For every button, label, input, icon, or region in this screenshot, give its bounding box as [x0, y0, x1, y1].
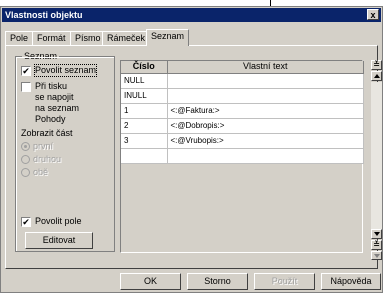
- column-header-text[interactable]: Vlastní text: [167, 61, 364, 74]
- tab-ramecek[interactable]: Rámeček: [102, 31, 151, 45]
- tab-seznam[interactable]: Seznam: [146, 29, 190, 46]
- title-bar: Vlastnosti objektu x: [2, 8, 381, 22]
- scroll-down-icon[interactable]: [371, 229, 382, 239]
- group-title: Seznam: [22, 51, 60, 62]
- apply-button[interactable]: Použít: [254, 273, 315, 290]
- table-row[interactable]: [121, 148, 364, 164]
- cancel-button[interactable]: Storno: [187, 273, 248, 290]
- enable-list-checkbox[interactable]: ✔: [21, 66, 31, 76]
- column-header-number[interactable]: Číslo: [121, 61, 168, 74]
- scroll-extra-button[interactable]: [371, 251, 382, 260]
- show-part-label: Zobrazit část: [21, 128, 73, 138]
- table-header-row: Číslo Vlastní text: [121, 61, 364, 74]
- enable-list-label[interactable]: Povolit seznam: [33, 64, 98, 77]
- cell-number[interactable]: [121, 148, 168, 164]
- cell-number[interactable]: 1: [121, 103, 168, 119]
- radio-first[interactable]: [21, 142, 30, 151]
- radio-both[interactable]: [21, 168, 30, 177]
- table-row[interactable]: NULL: [121, 73, 364, 89]
- tab-format[interactable]: Formát: [32, 31, 71, 45]
- list-table: Číslo Vlastní text NULL INULL 1 <:@Faktu…: [120, 60, 364, 253]
- help-button[interactable]: Nápověda: [321, 273, 381, 290]
- cell-text[interactable]: [167, 88, 364, 104]
- radio-second[interactable]: [21, 155, 30, 164]
- cell-number[interactable]: 3: [121, 133, 168, 149]
- edit-button[interactable]: Editovat: [25, 232, 93, 249]
- enable-field-checkbox[interactable]: ✔: [21, 217, 31, 227]
- cell-text[interactable]: [167, 73, 364, 89]
- scrollbar-track[interactable]: [371, 82, 382, 229]
- cell-text[interactable]: <:@Vrubopis:>: [167, 133, 364, 149]
- table-row[interactable]: 2 <:@Dobropis:>: [121, 118, 364, 134]
- table-row[interactable]: 3 <:@Vrubopis:>: [121, 133, 364, 149]
- cell-number[interactable]: NULL: [121, 73, 168, 89]
- radio-first-label[interactable]: první: [33, 141, 53, 152]
- enable-field-label[interactable]: Povolit pole: [35, 216, 82, 227]
- ok-button[interactable]: OK: [120, 273, 181, 290]
- cell-text[interactable]: <:@Dobropis:>: [167, 118, 364, 134]
- seznam-group: Seznam ✔ Povolit seznam Při tisku se nap…: [15, 51, 115, 252]
- on-print-checkbox[interactable]: [21, 82, 31, 92]
- scroll-to-top-icon[interactable]: ≚: [371, 60, 382, 70]
- radio-both-label[interactable]: obě: [33, 167, 48, 178]
- close-icon[interactable]: x: [367, 9, 379, 20]
- cell-number[interactable]: INULL: [121, 88, 168, 104]
- cell-text[interactable]: [167, 148, 364, 164]
- cell-number[interactable]: 2: [121, 118, 168, 134]
- tab-pole[interactable]: Pole: [5, 31, 34, 45]
- cell-text[interactable]: <:@Faktura:>: [167, 103, 364, 119]
- scroll-to-bottom-icon[interactable]: ≚: [371, 240, 382, 250]
- window-title: Vlastnosti objektu: [5, 10, 83, 20]
- tab-panel-seznam: Seznam ✔ Povolit seznam Při tisku se nap…: [5, 45, 382, 269]
- scroll-up-icon[interactable]: [371, 71, 382, 81]
- check-icon: ✔: [22, 66, 30, 76]
- radio-second-label[interactable]: druhou: [33, 154, 61, 165]
- table-row[interactable]: INULL: [121, 88, 364, 104]
- tab-pismo[interactable]: Písmo: [70, 31, 106, 45]
- on-print-label[interactable]: Při tisku se napojit na seznam Pohody: [35, 81, 79, 125]
- properties-dialog: Vlastnosti objektu x Pole Formát Písmo R…: [0, 6, 383, 293]
- table-row[interactable]: 1 <:@Faktura:>: [121, 103, 364, 119]
- check-icon: ✔: [22, 217, 30, 227]
